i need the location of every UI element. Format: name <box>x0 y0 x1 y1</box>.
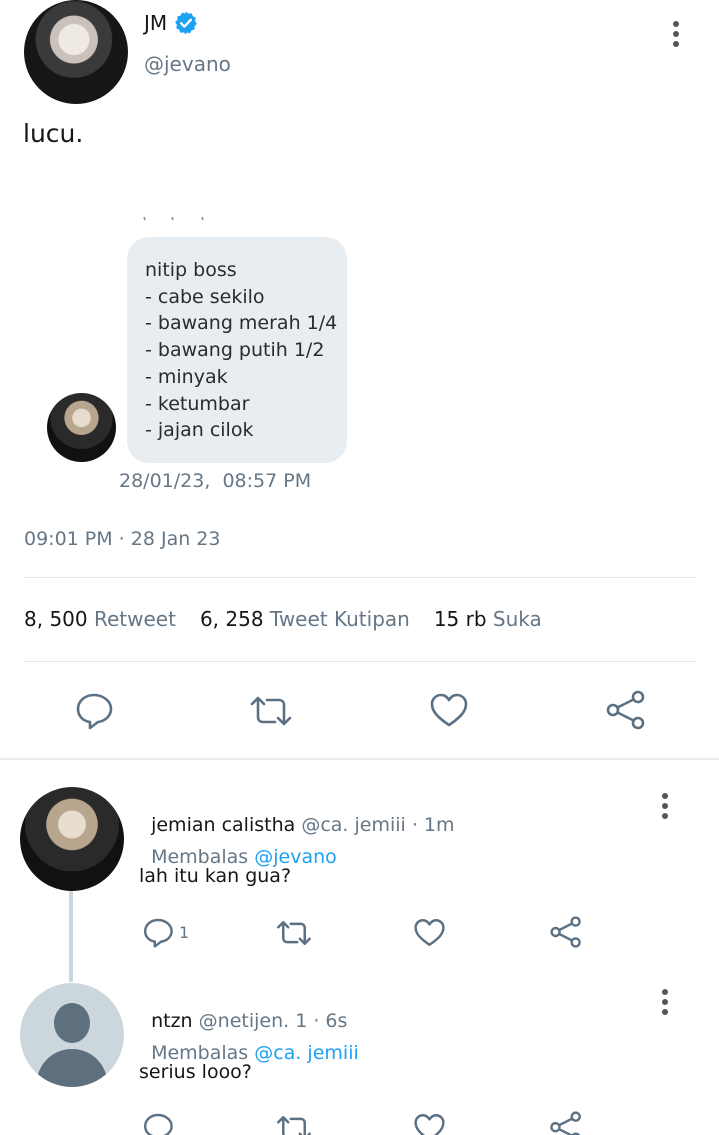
reply-icon[interactable] <box>142 916 174 948</box>
divider <box>24 577 696 578</box>
tweet-text: lucu. <box>23 119 84 148</box>
share-icon[interactable] <box>549 916 583 948</box>
bubble-line: - cabe sekilo <box>145 285 265 308</box>
replying-to: Membalas @jevano <box>151 846 337 868</box>
replying-to: Membalas @ca. jemiii <box>151 1042 359 1064</box>
default-avatar-icon[interactable] <box>20 983 124 1087</box>
reply-icon[interactable] <box>74 690 114 730</box>
reply-icon[interactable] <box>142 1111 174 1135</box>
chat-bubble: nitip boss - cabe sekilo - bawang merah … <box>127 237 347 463</box>
bubble-line: - minyak <box>145 365 228 388</box>
chat-avatar <box>47 393 116 462</box>
reply-avatar[interactable] <box>20 787 124 891</box>
chat-timestamp: 28/01/23, 08:57 PM <box>119 470 312 492</box>
reply-text: lah itu kan gua? <box>139 865 292 887</box>
section-divider <box>0 758 719 760</box>
bubble-line: - ketumbar <box>145 392 250 415</box>
more-options-icon[interactable] <box>673 21 679 47</box>
retweet-stat[interactable]: 8, 500 Retweet <box>24 607 176 631</box>
quote-stat[interactable]: 6, 258 Tweet Kutipan <box>200 607 410 631</box>
divider <box>24 661 696 662</box>
cropped-text-remnant <box>142 206 212 221</box>
reply-count: 1 <box>179 923 190 942</box>
stats-row: 8, 500 Retweet 6, 258 Tweet Kutipan 15 r… <box>24 607 542 631</box>
author-handle[interactable]: @jevano <box>144 52 231 76</box>
bubble-line: nitip boss <box>145 259 237 281</box>
like-icon[interactable] <box>429 691 469 729</box>
bubble-line: - bawang merah 1/4 <box>145 312 338 335</box>
bubble-line: - bawang putih 1/2 <box>145 339 325 362</box>
retweet-icon[interactable] <box>275 1112 313 1135</box>
thread-line <box>69 890 73 982</box>
more-options-icon[interactable] <box>662 989 668 1015</box>
tweet-time[interactable]: 09:01 PM · 28 Jan 23 <box>24 528 221 550</box>
bubble-line: - jajan cilok <box>145 419 254 442</box>
verified-badge-icon <box>173 10 199 36</box>
share-icon[interactable] <box>605 690 647 730</box>
retweet-icon[interactable] <box>275 917 313 949</box>
author-avatar[interactable] <box>24 0 128 104</box>
replying-to-link[interactable]: @ca. jemiii <box>254 1042 358 1064</box>
author-name-row[interactable]: JM <box>144 10 199 36</box>
like-stat[interactable]: 15 rb Suka <box>434 607 542 631</box>
author-name: JM <box>144 11 168 35</box>
share-icon[interactable] <box>549 1111 583 1135</box>
more-options-icon[interactable] <box>662 793 668 819</box>
retweet-icon[interactable] <box>248 692 294 730</box>
reply-age: · 1m <box>411 814 455 836</box>
reply-text: serius looo? <box>139 1061 252 1083</box>
like-icon[interactable] <box>413 1112 446 1135</box>
like-icon[interactable] <box>413 917 446 948</box>
